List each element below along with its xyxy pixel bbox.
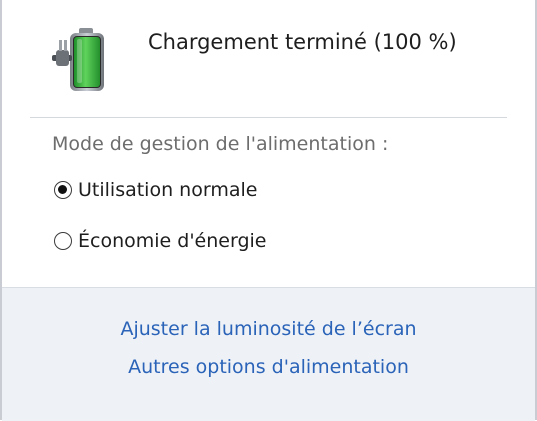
power-plan-option-power-saver[interactable]: Économie d'énergie [54,227,266,255]
more-power-options-link[interactable]: Autres options d'alimentation [2,356,535,378]
links-section: Ajuster la luminosité de l’écran Autres … [2,287,535,421]
power-plan-option-balanced[interactable]: Utilisation normale [54,176,257,204]
battery-charging-plug-icon [48,22,120,94]
power-plan-option-label: Utilisation normale [78,179,258,201]
battery-status-section: Chargement terminé (100 %) [2,0,535,117]
radio-selected-icon[interactable] [54,181,72,199]
battery-flyout: Chargement terminé (100 %) Mode de gesti… [0,0,537,421]
power-plan-option-label: Économie d'énergie [78,230,267,252]
power-plan-heading: Mode de gestion de l'alimentation : [52,133,389,155]
radio-unselected-icon[interactable] [54,232,72,250]
adjust-brightness-link[interactable]: Ajuster la luminosité de l’écran [2,318,535,340]
battery-status-text: Chargement terminé (100 %) [148,30,457,54]
section-divider [30,117,507,118]
